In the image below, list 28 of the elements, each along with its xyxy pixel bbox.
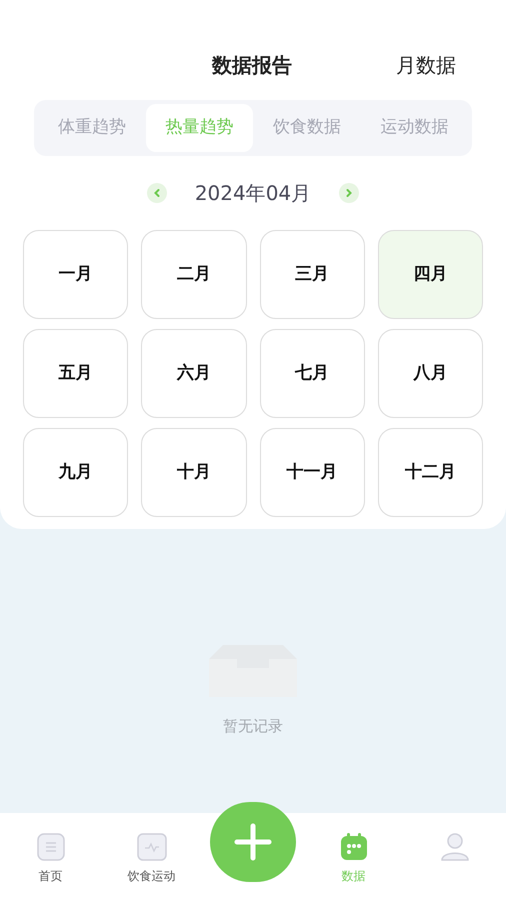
page-title: 数据报告: [212, 52, 292, 79]
document-icon: [36, 833, 64, 861]
person-icon: [440, 833, 470, 861]
nav-tab[interactable]: 饮食运动: [128, 833, 176, 885]
month-tile[interactable]: 一月: [23, 230, 128, 319]
empty-message: 暂无记录: [223, 716, 283, 737]
month-tile[interactable]: 七月: [260, 329, 365, 418]
month-tile[interactable]: 二月: [141, 230, 246, 319]
month-label: 2024年04月: [194, 180, 312, 207]
month-data-button[interactable]: 月数据: [396, 50, 456, 80]
month-tile[interactable]: 三月: [260, 230, 365, 319]
previous-month-button[interactable]: [146, 183, 167, 203]
month-tile[interactable]: 十一月: [260, 428, 365, 517]
nav-tab[interactable]: 首页: [36, 833, 64, 885]
chevron-right-icon: [344, 188, 354, 198]
chevron-left-icon: [152, 188, 162, 198]
calendar-icon: [340, 833, 368, 861]
nav-tab[interactable]: [440, 833, 470, 861]
month-tile[interactable]: 十二月: [378, 428, 483, 517]
month-tile[interactable]: 四月: [378, 230, 483, 319]
month-tile[interactable]: 八月: [378, 329, 483, 418]
pulse-icon: [136, 833, 166, 861]
month-tile[interactable]: 十月: [141, 428, 246, 517]
plus-icon: [232, 822, 272, 862]
month-tile[interactable]: 五月: [23, 329, 128, 418]
month-tile[interactable]: 九月: [23, 428, 128, 517]
month-tile[interactable]: 六月: [141, 329, 246, 418]
next-month-button[interactable]: [339, 183, 360, 203]
